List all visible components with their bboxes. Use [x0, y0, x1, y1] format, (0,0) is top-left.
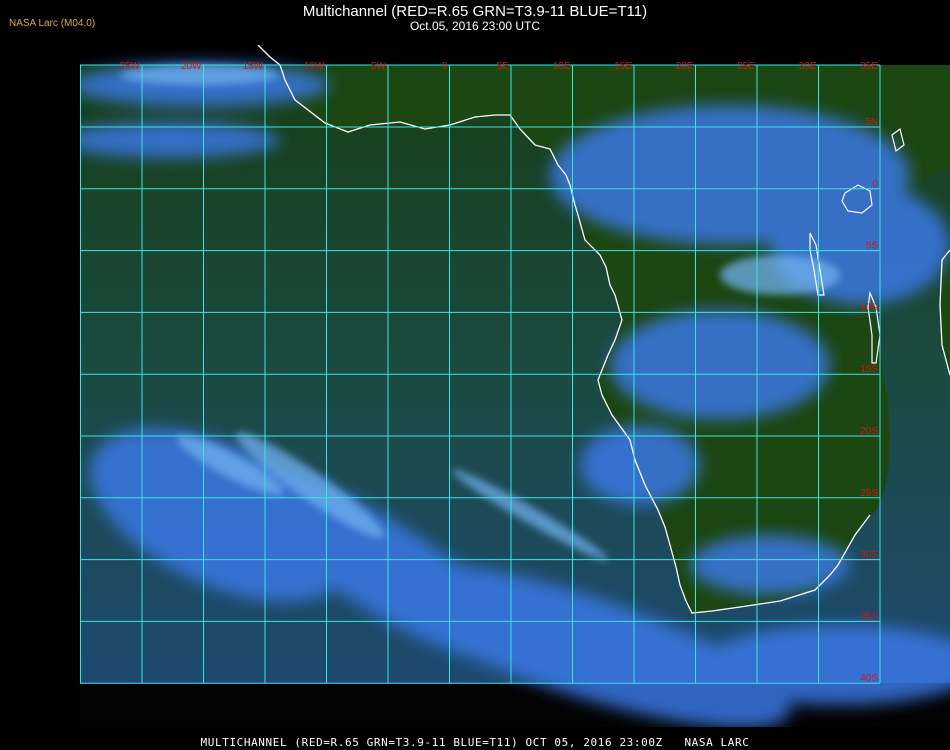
lon-label: 5W	[371, 61, 387, 72]
satellite-map: 25W 20W 15W 10W 5W 0 5E 10E 15E 20E 25E 30E 35E 5N 0 5…	[80, 45, 950, 727]
lon-label: 5E	[497, 61, 510, 72]
lon-label: 15W	[242, 61, 263, 72]
cloud-cluster-coast	[580, 425, 700, 505]
lat-label: 5N	[865, 117, 878, 128]
satellite-image: 25W 20W 15W 10W 5W 0 5E 10E 15E 20E 25E 30E 35E 5N 0 5…	[80, 45, 950, 727]
lon-label: 10W	[304, 61, 325, 72]
cloud-cape	[690, 535, 850, 595]
lon-label: 35E	[860, 61, 878, 72]
lat-label: 15S	[860, 364, 878, 375]
lon-label: 25E	[737, 61, 755, 72]
cloud-streak-4	[720, 255, 840, 295]
image-title: Multichannel (RED=R.65 GRN=T3.9-11 BLUE=…	[302, 3, 648, 20]
lat-label: 20S	[860, 426, 878, 437]
lon-label: 10E	[553, 61, 571, 72]
footer-caption: MULTICHANNEL (RED=R.65 GRN=T3.9-11 BLUE=…	[200, 736, 750, 749]
agency-tag: NASA Larc (M04.0)	[9, 18, 96, 29]
lon-label: 20E	[676, 61, 694, 72]
lat-label: 0	[872, 179, 878, 190]
lon-label: 0	[442, 61, 448, 72]
lat-label: 30S	[860, 550, 878, 561]
lon-label: 25W	[119, 61, 140, 72]
lat-label: 10S	[860, 302, 878, 313]
lat-label: 25S	[860, 488, 878, 499]
image-datetime: Oct.05, 2016 23:00 UTC	[409, 19, 541, 33]
lon-label: 20W	[181, 61, 202, 72]
lon-label: 30E	[799, 61, 817, 72]
lat-label: 40S	[860, 673, 878, 684]
lat-label: 5S	[866, 241, 879, 252]
cloud-cluster-angola	[610, 310, 830, 420]
lon-label: 15E	[614, 61, 632, 72]
outside-scan-area	[80, 45, 950, 65]
lat-label: 35S	[860, 611, 878, 622]
